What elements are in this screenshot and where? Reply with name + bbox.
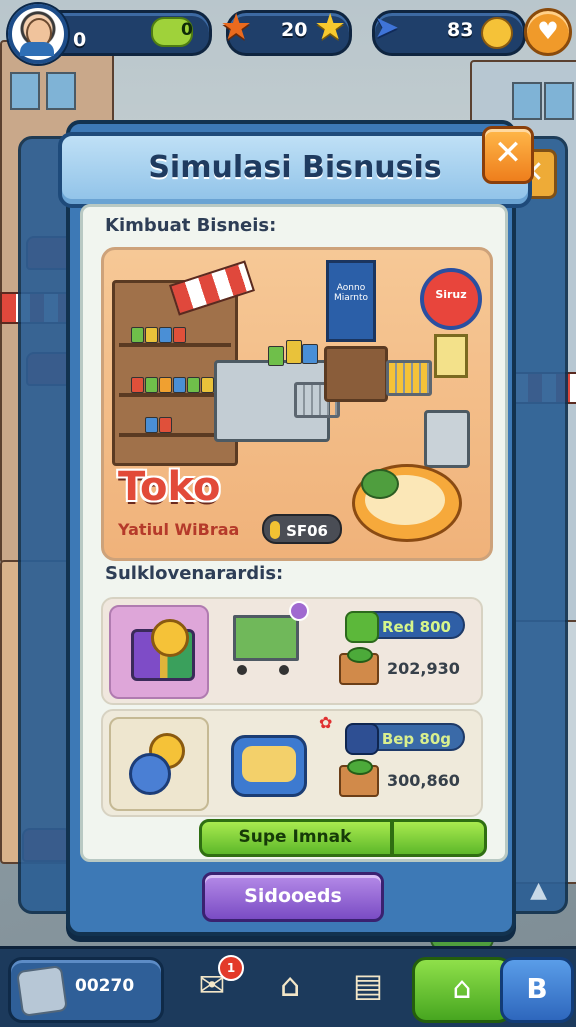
bottom-nav: 00270 ✉ 1 ⌂ ▤ ⌂ B: [0, 946, 576, 1027]
plane-count: 83: [447, 19, 474, 41]
shop-icon[interactable]: ⌂: [268, 963, 312, 1007]
badge-dot: [289, 601, 309, 621]
leaf-icon: [345, 611, 379, 643]
upgrade-amount: 202,930: [387, 659, 460, 678]
modal-title-bar: Simulasi Bisnusis ✕: [58, 126, 534, 208]
coin-icon: [270, 521, 280, 539]
wallet-pill[interactable]: 00270: [8, 957, 164, 1023]
top-hud: 0 0 20 ★ ★ 83 ➤ ♥: [0, 0, 576, 64]
shop-name: Toko: [118, 464, 221, 510]
flower-icon: ✿: [319, 713, 333, 732]
cart-icon: [233, 611, 299, 675]
home-icon[interactable]: ⌂: [412, 957, 512, 1023]
shop-price: SF06: [286, 522, 328, 540]
menu-icon[interactable]: B: [500, 957, 574, 1023]
tape-icon: [129, 753, 171, 795]
basket-icon: [231, 735, 307, 797]
upgrade-button-label: Supe Imnak: [238, 827, 352, 847]
upgrade-card[interactable]: Red 800 202,930: [101, 597, 483, 705]
triangle-icon: ▲: [530, 878, 547, 903]
card-icon: [16, 965, 68, 1017]
battery-icon: [345, 723, 379, 755]
player-level: 0: [73, 29, 87, 51]
upgrade-chip[interactable]: Bep 80g: [345, 723, 465, 755]
business-simulation-modal: Simulasi Bisnusis ✕ Kimbuat Bisneis: Aon…: [58, 120, 534, 936]
modal-content-panel: Kimbuat Bisneis: Aonno Miarnto Siruz Tok…: [80, 204, 508, 862]
veg-box-icon: [339, 647, 379, 685]
coin-icon: [481, 17, 513, 49]
green-currency-value: 0: [181, 20, 193, 40]
upgrade-chip-label: Red 800: [382, 618, 451, 636]
plane-icon: ➤: [374, 10, 400, 45]
section-upgrades-label: Sulklovenarardis:: [105, 563, 284, 584]
confirm-button[interactable]: Sidooeds: [202, 872, 384, 922]
upgrade-chip[interactable]: Red 800: [345, 611, 465, 643]
upgrade-amount: 300,860: [387, 771, 460, 790]
modal-title: Simulasi Bisnusis: [148, 150, 442, 185]
shop-poster: Aonno Miarnto: [326, 260, 376, 342]
cart-icon: [386, 360, 432, 396]
upgrade-button[interactable]: Supe Imnak: [199, 819, 487, 857]
cash-register: [424, 410, 470, 468]
upgrade-chip-label: Bep 80g: [381, 730, 451, 748]
shop-produce-shelf: [324, 346, 388, 402]
section-create-business-label: Kimbuat Bisneis:: [105, 215, 277, 236]
upgrade-tile: [109, 605, 209, 699]
shop-flyer: [434, 334, 468, 378]
star-yellow-icon: ★: [314, 7, 347, 48]
coin-icon: [151, 619, 189, 657]
upgrade-tile: [109, 717, 209, 811]
map-icon[interactable]: ▤: [346, 963, 390, 1007]
star-orange-icon: ★: [220, 7, 253, 48]
notification-badge: 1: [218, 955, 244, 981]
avatar[interactable]: [8, 4, 68, 64]
shop-round-sign: Siruz: [420, 268, 482, 330]
veg-box-icon: [339, 759, 379, 797]
upgrade-card[interactable]: ✿ Bep 80g 300,860: [101, 709, 483, 817]
shop-scene[interactable]: Aonno Miarnto Siruz Toko Yatiul WiBraa S…: [101, 247, 493, 561]
close-icon[interactable]: ✕: [482, 126, 534, 184]
shop-price-pill: SF06: [262, 514, 342, 544]
heart-button-icon[interactable]: ♥: [524, 8, 572, 56]
produce-plate: [352, 464, 462, 542]
star-count: 20: [281, 19, 308, 41]
wallet-coins: 00270: [75, 976, 135, 996]
shop-subtitle: Yatiul WiBraa: [118, 520, 240, 539]
